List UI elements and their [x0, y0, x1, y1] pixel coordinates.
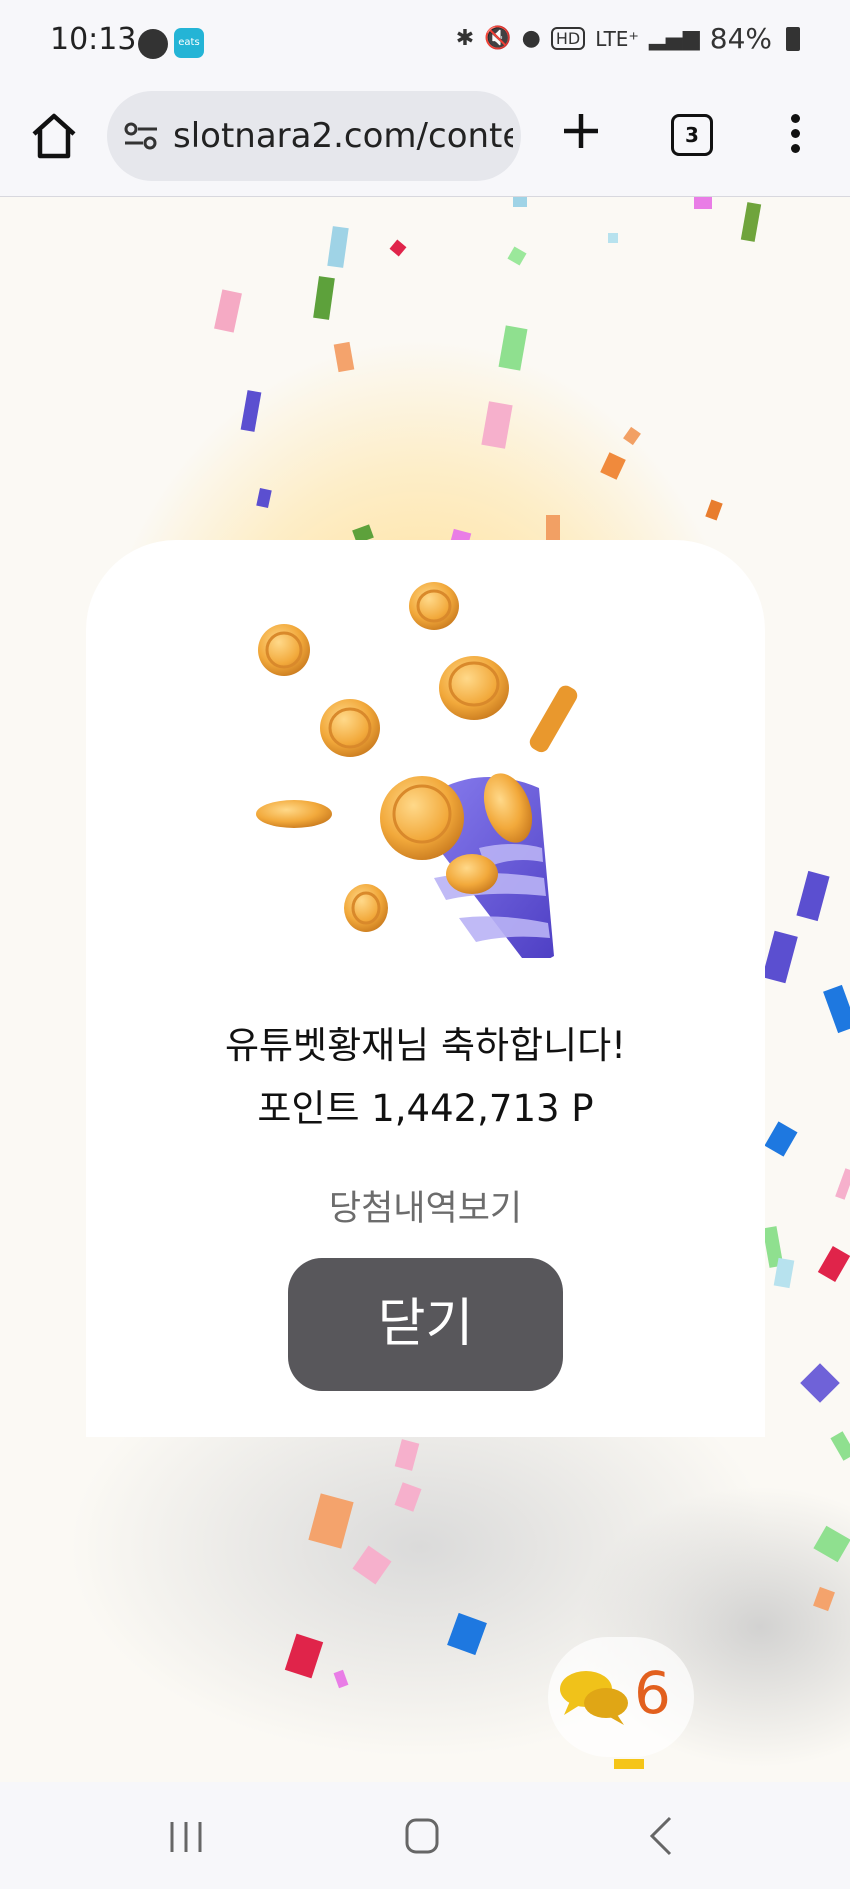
confetti [394, 1482, 422, 1512]
win-history-link[interactable]: 당첨내역보기 [86, 1180, 765, 1231]
confetti [333, 1669, 349, 1689]
confetti [447, 1612, 487, 1656]
confetti [240, 390, 262, 432]
signal-icon: ▂▄▆ [649, 26, 700, 51]
confetti [705, 499, 723, 521]
battery-percent: 84% [709, 22, 772, 55]
confetti [762, 930, 798, 984]
recent-apps-icon[interactable] [166, 1820, 206, 1854]
lte-indicator: LTE⁺ [595, 26, 639, 51]
confetti [608, 233, 618, 243]
confetti [813, 1525, 850, 1563]
party-popper-coins-icon [256, 582, 578, 958]
status-bar: 10:13 eats ✱ 🔇 ● HD LTE⁺ ▂▄▆ 84% [0, 0, 850, 84]
confetti [333, 341, 355, 373]
confetti [823, 984, 850, 1034]
confetti [600, 452, 626, 480]
app-notification-icon [138, 29, 168, 59]
confetti [327, 226, 349, 268]
home-icon[interactable] [26, 108, 82, 164]
confetti [740, 202, 762, 242]
confetti [313, 276, 335, 320]
confetti [308, 1493, 354, 1549]
confetti [796, 870, 830, 922]
hd-icon: HD [550, 27, 586, 50]
chat-bubbles-icon [560, 1671, 628, 1725]
status-time: 10:13 [50, 22, 137, 57]
confetti [498, 325, 528, 371]
tab-switcher-button[interactable]: 3 [671, 114, 713, 156]
chat-button[interactable]: 6 [548, 1637, 694, 1757]
confetti [817, 1246, 850, 1282]
chat-count: 6 [634, 1659, 671, 1727]
confetti [256, 487, 272, 509]
confetti [830, 1431, 850, 1461]
eats-app-icon: eats [174, 28, 204, 58]
address-bar[interactable]: slotnara2.com/conte [107, 91, 521, 181]
confetti [800, 1363, 840, 1403]
location-icon: ● [521, 26, 541, 51]
confetti [507, 246, 527, 266]
home-nav-icon[interactable] [404, 1816, 440, 1856]
page-content: 유튜벳황재님 축하합니다! 포인트 1,442,713 P 당첨내역보기 닫기 … [0, 197, 850, 1782]
confetti [481, 401, 513, 449]
points-amount: 포인트 1,442,713 P [257, 1087, 594, 1130]
confetti [764, 1121, 798, 1157]
site-settings-icon[interactable] [123, 121, 159, 151]
confetti [513, 197, 527, 207]
confetti [614, 1759, 644, 1769]
back-nav-icon[interactable] [648, 1816, 674, 1856]
bluetooth-icon: ✱ [455, 26, 475, 51]
confetti [389, 239, 407, 257]
mute-icon: 🔇 [484, 26, 512, 51]
browser-toolbar: slotnara2.com/conte 3 [0, 84, 850, 197]
win-popup-card: 유튜벳황재님 축하합니다! 포인트 1,442,713 P 당첨내역보기 닫기 [86, 540, 765, 1437]
battery-icon [786, 26, 800, 51]
more-menu-icon[interactable] [780, 110, 810, 160]
congrats-message: 유튜벳황재님 축하합니다! [224, 1024, 627, 1067]
confetti [214, 289, 242, 333]
confetti [835, 1168, 850, 1200]
close-button[interactable]: 닫기 [288, 1258, 563, 1391]
confetti [623, 426, 641, 446]
confetti [813, 1586, 835, 1612]
confetti [546, 515, 560, 541]
confetti [694, 197, 712, 209]
confetti [773, 1257, 795, 1289]
system-nav-bar [0, 1782, 850, 1889]
url-text[interactable]: slotnara2.com/conte [173, 116, 513, 156]
confetti [284, 1633, 324, 1679]
confetti [352, 1545, 392, 1585]
new-tab-icon[interactable] [556, 106, 606, 156]
confetti [394, 1439, 420, 1471]
status-indicators: ✱ 🔇 ● HD LTE⁺ ▂▄▆ 84% [456, 22, 800, 55]
